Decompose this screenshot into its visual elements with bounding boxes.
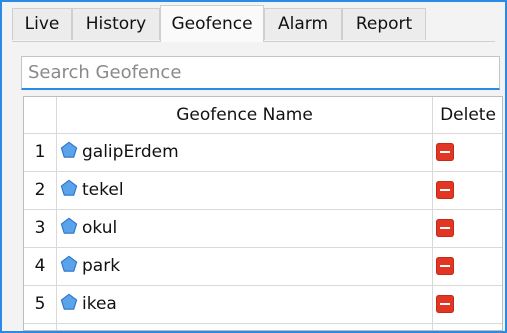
pentagon-icon — [60, 255, 78, 272]
geofence-name: ikea — [82, 294, 117, 314]
tab-alarm[interactable]: Alarm — [264, 8, 342, 40]
delete-button[interactable] — [436, 143, 454, 161]
geofence-name-cell[interactable]: galipErdem — [60, 133, 179, 171]
table-row[interactable]: 2 tekel — [24, 171, 502, 209]
delete-button[interactable] — [436, 295, 454, 313]
pentagon-icon — [60, 293, 78, 310]
geofence-name: okul — [82, 218, 118, 238]
row-index: 3 — [34, 218, 46, 238]
geofence-name-cell[interactable]: tekel — [60, 171, 124, 209]
row-index: 1 — [34, 142, 46, 162]
name-column-header[interactable]: Geofence Name — [57, 97, 432, 133]
tab-geofence[interactable]: Geofence — [160, 5, 264, 42]
table-row[interactable]: 3 okul — [24, 209, 502, 247]
row-divider — [24, 323, 502, 324]
geofence-name-cell[interactable]: okul — [60, 209, 117, 247]
geofence-name: park — [82, 256, 121, 276]
delete-button[interactable] — [436, 219, 454, 237]
table-row[interactable]: 4 park — [24, 247, 502, 285]
tab-history[interactable]: History — [72, 8, 160, 40]
pentagon-icon — [60, 217, 78, 234]
index-column-header — [24, 97, 56, 133]
pentagon-icon — [60, 179, 78, 196]
tab-report[interactable]: Report — [342, 8, 426, 40]
pentagon-icon — [60, 141, 78, 158]
geofence-name: tekel — [82, 180, 124, 200]
delete-column-header: Delete — [440, 105, 496, 125]
geofence-table: Geofence Name Delete 1 galipErdem 2 teke… — [23, 96, 503, 331]
row-index: 5 — [34, 294, 46, 314]
delete-button[interactable] — [436, 181, 454, 199]
geofence-name: galipErdem — [82, 142, 179, 162]
table-row[interactable]: 5 ikea — [24, 285, 502, 323]
delete-button[interactable] — [436, 257, 454, 275]
row-index: 4 — [34, 256, 46, 276]
search-input[interactable] — [21, 56, 500, 90]
geofence-name-cell[interactable]: park — [60, 247, 120, 285]
geofence-name-cell[interactable]: ikea — [60, 285, 117, 323]
geofence-panel: Live History Geofence Alarm Report Geofe… — [0, 0, 507, 333]
row-index: 2 — [34, 180, 46, 200]
tab-live[interactable]: Live — [12, 8, 72, 40]
tab-bar: Live History Geofence Alarm Report — [2, 2, 505, 42]
table-row[interactable]: 1 galipErdem — [24, 133, 502, 171]
